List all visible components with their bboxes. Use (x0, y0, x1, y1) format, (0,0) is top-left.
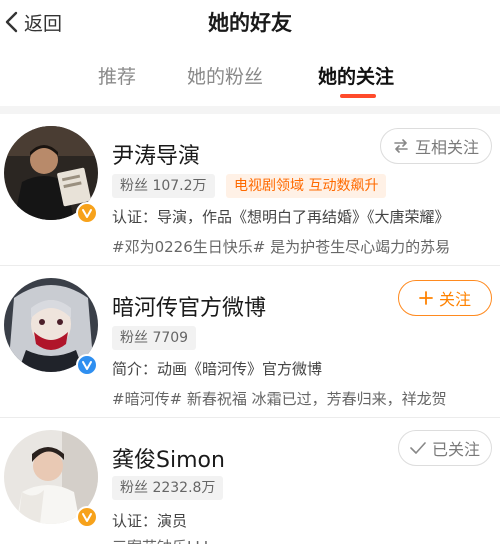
trending-tag: 电视剧领域 互动数飙升 (226, 174, 387, 198)
list-item[interactable]: 尹涛导演 粉丝 107.2万 电视剧领域 互动数飙升 认证：导演，作品《想明白了… (0, 114, 500, 264)
user-description: 简介：动画《暗河传》官方微博 (112, 360, 323, 378)
follow-button[interactable]: 关注 (398, 280, 492, 316)
user-name[interactable]: 尹涛导演 (112, 138, 200, 170)
verified-badge-icon (76, 506, 98, 528)
latest-post: #暗河传# 新春祝福 冰霜已过，芳春归来，祥龙贺 (112, 390, 447, 408)
page-title: 她的好友 (208, 11, 292, 35)
verified-badge-icon (76, 202, 98, 224)
fans-count-badge: 粉丝 2232.8万 (112, 476, 224, 500)
user-description: 认证：演员 (112, 512, 188, 530)
fans-count-badge: 粉丝 107.2万 (112, 174, 215, 198)
list-item[interactable]: 龚俊Simon 粉丝 2232.8万 认证：演员 三案花钟乐LLL 已关注 (0, 418, 500, 544)
latest-post: #邓为0226生日快乐# 是为护苍生尽心竭力的苏易 (112, 238, 451, 256)
list-item[interactable]: 暗河传官方微博 粉丝 7709 简介：动画《暗河传》官方微博 #暗河传# 新春祝… (0, 266, 500, 416)
check-icon (410, 442, 426, 454)
tab-her-following[interactable]: 她的关注 (318, 62, 394, 89)
following-label: 已关注 (431, 440, 480, 459)
active-tab-indicator (340, 94, 376, 98)
user-name[interactable]: 暗河传官方微博 (112, 290, 266, 322)
nav-header: 返回 她的好友 (0, 0, 500, 44)
section-divider (0, 106, 500, 114)
user-name[interactable]: 龚俊Simon (112, 442, 225, 474)
follow-label: 关注 (438, 290, 471, 309)
verified-badge-icon (76, 354, 98, 376)
following-button[interactable]: 已关注 (398, 430, 492, 466)
user-description: 认证：导演，作品《想明白了再结婚》《大唐荣耀》 (112, 208, 450, 226)
mutual-follow-button[interactable]: 互相关注 (380, 128, 492, 164)
fans-count-badge: 粉丝 7709 (112, 326, 197, 350)
tab-her-fans[interactable]: 她的粉丝 (187, 62, 263, 89)
mutual-follow-icon (393, 139, 409, 153)
tab-bar: 推荐 她的粉丝 她的关注 (0, 50, 500, 104)
latest-post: 三案花钟乐LLL (112, 536, 500, 544)
plus-icon (419, 291, 433, 305)
mutual-follow-label: 互相关注 (414, 138, 479, 157)
tab-recommend[interactable]: 推荐 (98, 62, 136, 89)
